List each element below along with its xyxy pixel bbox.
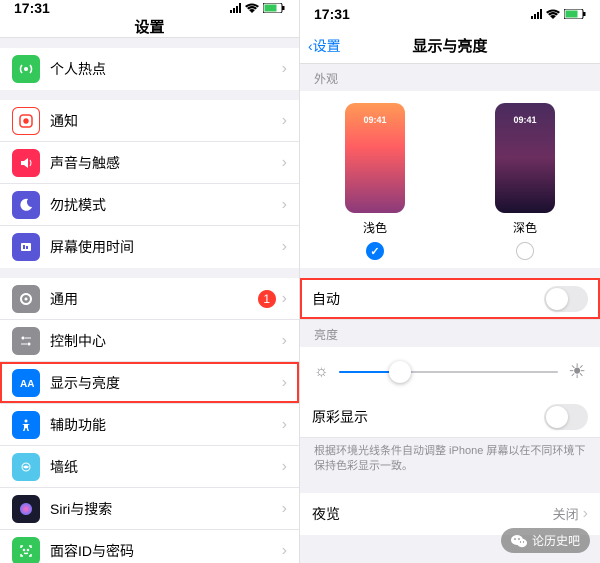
chevron-right-icon: › <box>282 500 287 518</box>
screentime-icon <box>12 233 40 261</box>
sound-icon <box>12 149 40 177</box>
theme-light[interactable]: 09:41 浅色 ✓ <box>345 103 405 260</box>
dnd-icon <box>12 191 40 219</box>
settings-row-access[interactable]: 辅助功能› <box>0 404 299 446</box>
chevron-right-icon: › <box>282 332 287 350</box>
nav-bar: ‹ 设置 显示与亮度 <box>300 28 600 64</box>
row-label: 墙纸 <box>50 457 282 477</box>
nav-bar: 设置 <box>0 16 299 38</box>
chevron-right-icon: › <box>282 238 287 256</box>
settings-row-notify[interactable]: 通知› <box>0 100 299 142</box>
access-icon <box>12 411 40 439</box>
brightness-header: 亮度 <box>300 320 600 347</box>
chevron-right-icon: › <box>282 290 287 308</box>
display-brightness-screen: 17:31 ‹ 设置 显示与亮度 外观 09:41 浅色 ✓ 09:41 深色 … <box>300 0 600 563</box>
settings-row-display[interactable]: AA 显示与亮度› <box>0 362 299 404</box>
row-label: Siri与搜索 <box>50 499 282 519</box>
truetone-note: 根据环境光线条件自动调整 iPhone 屏幕以在不同环境下保持色彩显示一致。 <box>300 438 600 485</box>
display-icon: AA <box>12 369 40 397</box>
radio-checked-icon: ✓ <box>366 242 384 260</box>
general-icon <box>12 285 40 313</box>
brightness-slider-row: ☼ ☀ <box>300 347 600 396</box>
page-title: 设置 <box>134 16 164 37</box>
settings-row-screentime[interactable]: 屏幕使用时间› <box>0 226 299 268</box>
back-button[interactable]: ‹ 设置 <box>308 36 341 56</box>
chevron-right-icon: › <box>282 154 287 172</box>
badge: 1 <box>258 290 276 308</box>
row-label: 控制中心 <box>50 331 282 351</box>
appearance-header: 外观 <box>300 64 600 91</box>
settings-row-general[interactable]: 通用1 › <box>0 278 299 320</box>
hotspot-icon <box>12 55 40 83</box>
radio-unchecked-icon <box>516 242 534 260</box>
status-icons <box>230 3 285 13</box>
settings-screen: 17:31 设置 个人热点›通知›声音与触感›勿扰模式›屏幕使用时间›通用1›控… <box>0 0 300 563</box>
brightness-slider[interactable] <box>339 371 558 373</box>
chevron-right-icon: › <box>282 60 287 78</box>
row-label: 通用 <box>50 289 258 309</box>
settings-row-faceid[interactable]: 面容ID与密码› <box>0 530 299 563</box>
chevron-right-icon: › <box>282 196 287 214</box>
row-label: 通知 <box>50 111 282 131</box>
auto-toggle[interactable] <box>544 286 588 312</box>
row-label: 面容ID与密码 <box>50 541 282 561</box>
wallpaper-icon <box>12 453 40 481</box>
status-bar: 17:31 <box>0 0 299 16</box>
chevron-right-icon: › <box>282 112 287 130</box>
auto-row: 自动 <box>300 278 600 320</box>
settings-row-hotspot[interactable]: 个人热点› <box>0 48 299 90</box>
truetone-toggle[interactable] <box>544 404 588 430</box>
settings-row-siri[interactable]: Siri与搜索› <box>0 488 299 530</box>
chevron-right-icon: › <box>583 505 588 523</box>
settings-row-sound[interactable]: 声音与触感› <box>0 142 299 184</box>
row-label: 辅助功能 <box>50 415 282 435</box>
faceid-icon <box>12 537 40 563</box>
svg-text:AA: AA <box>20 379 34 390</box>
settings-row-dnd[interactable]: 勿扰模式› <box>0 184 299 226</box>
dark-thumbnail: 09:41 <box>495 103 555 213</box>
time: 17:31 <box>14 0 50 16</box>
wechat-watermark: 论历史吧 <box>501 528 590 553</box>
notify-icon <box>12 107 40 135</box>
sun-large-icon: ☀ <box>568 359 586 384</box>
settings-row-control[interactable]: 控制中心› <box>0 320 299 362</box>
appearance-picker: 09:41 浅色 ✓ 09:41 深色 <box>300 91 600 268</box>
row-label: 显示与亮度 <box>50 373 282 393</box>
chevron-right-icon: › <box>282 542 287 560</box>
status-icons <box>531 9 586 19</box>
chevron-right-icon: › <box>282 374 287 392</box>
page-title: 显示与亮度 <box>412 35 487 56</box>
time: 17:31 <box>314 6 350 22</box>
chevron-right-icon: › <box>282 416 287 434</box>
status-bar: 17:31 <box>300 0 600 28</box>
sun-small-icon: ☼ <box>314 363 329 381</box>
light-thumbnail: 09:41 <box>345 103 405 213</box>
row-label: 屏幕使用时间 <box>50 237 282 257</box>
row-label: 勿扰模式 <box>50 195 282 215</box>
control-icon <box>12 327 40 355</box>
row-label: 声音与触感 <box>50 153 282 173</box>
siri-icon <box>12 495 40 523</box>
settings-row-wallpaper[interactable]: 墙纸› <box>0 446 299 488</box>
row-label: 个人热点 <box>50 59 282 79</box>
theme-dark[interactable]: 09:41 深色 <box>495 103 555 260</box>
chevron-right-icon: › <box>282 458 287 476</box>
truetone-row: 原彩显示 <box>300 396 600 438</box>
